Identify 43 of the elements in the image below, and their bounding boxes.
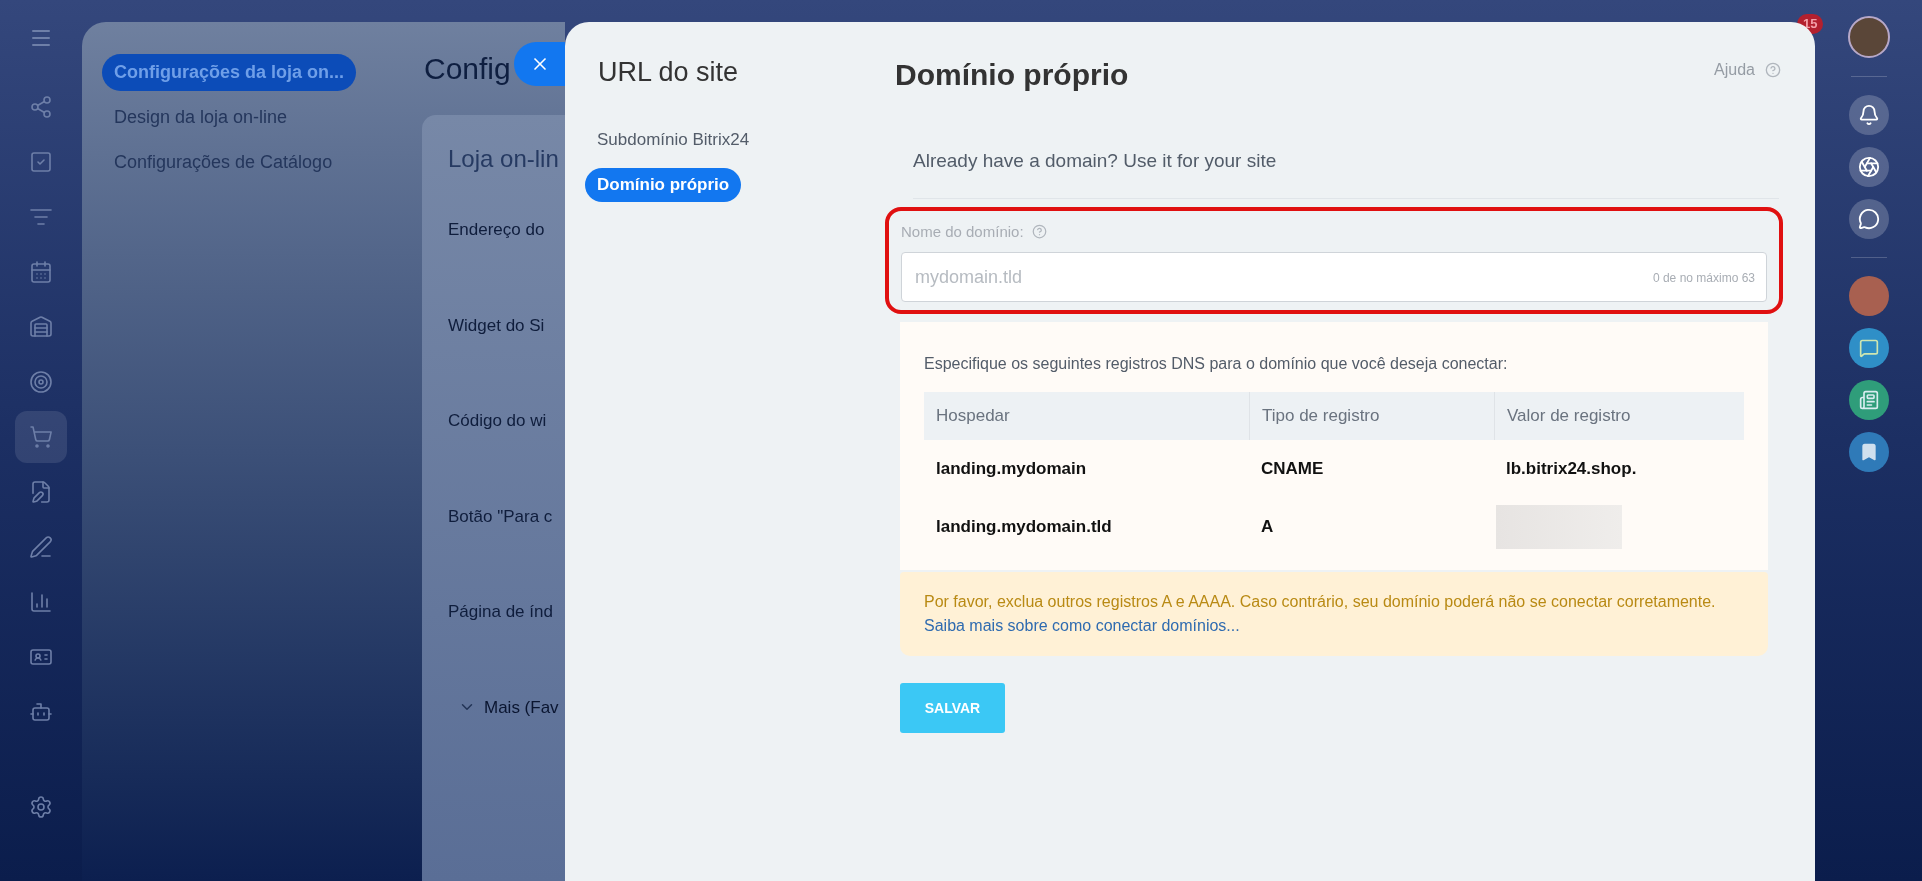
- field-label: Página de índ: [448, 601, 553, 623]
- newspaper-icon[interactable]: [1848, 380, 1889, 420]
- dns-instructions: Especifique os seguintes registros DNS para o domínio que você deseja conectar:: [924, 354, 1509, 374]
- field-label: Botão "Para c: [448, 505, 553, 528]
- close-button[interactable]: [514, 42, 565, 86]
- card-title: Loja on-lin: [448, 144, 560, 174]
- table-cell-text: A: [1260, 516, 1275, 539]
- nav-item[interactable]: Subdomínio Bitrix24: [585, 122, 762, 156]
- settings-menu-item[interactable]: Design da loja on-line: [102, 99, 300, 136]
- table-cell-text: lb.bitrix24.shop.: [1505, 458, 1638, 481]
- bell-icon[interactable]: [1848, 95, 1889, 135]
- column-header: Hospedar: [936, 405, 1010, 428]
- cart-icon[interactable]: [15, 411, 67, 463]
- column-header: Valor de registro: [1507, 405, 1631, 428]
- warning-text: Por favor, exclua outros registros A e AAAA. Caso contrário, seu domínio poderá não se conectar corretamente. Saiba mais sobre como conectar domínios...: [924, 592, 1717, 636]
- character-counter: 0 de no máximo 63: [1652, 270, 1755, 287]
- help-icon[interactable]: [1031, 224, 1047, 240]
- settings-menu-item[interactable]: Configurações de Catálogo: [102, 144, 345, 181]
- assistant-avatar[interactable]: [1848, 276, 1889, 316]
- nav-title: URL do site: [597, 56, 740, 89]
- table-cell-text: landing.mydomain.tld: [935, 516, 1113, 539]
- aperture-icon[interactable]: [1848, 147, 1889, 187]
- field-label: Widget do Si: [448, 314, 545, 337]
- learn-more-link[interactable]: Saiba mais sobre como conectar domínios...: [924, 617, 1240, 634]
- field-label[interactable]: Mais (Fav: [484, 694, 559, 720]
- field-label: Endereço do: [448, 219, 545, 241]
- table-cell-text: landing.mydomain: [935, 458, 1088, 481]
- user-avatar[interactable]: [1847, 16, 1890, 58]
- column-header: Tipo de registro: [1262, 405, 1380, 428]
- settings-menu-item[interactable]: Configurações da loja on...: [102, 54, 357, 91]
- help-icon[interactable]: [1765, 62, 1781, 78]
- save-button[interactable]: SALVAR: [900, 683, 1005, 733]
- intro-text: Already have a domain? Use it for your site: [913, 149, 1278, 173]
- modal-title: Domínio próprio: [895, 57, 1129, 93]
- page-title: Config: [423, 51, 511, 87]
- nav-item[interactable]: Domínio próprio: [585, 168, 742, 202]
- message-icon[interactable]: [1848, 328, 1889, 368]
- chat-icon[interactable]: [1848, 199, 1889, 239]
- help-link[interactable]: Ajuda: [1714, 58, 1755, 82]
- bookmark-icon[interactable]: [1848, 432, 1889, 472]
- field-label: Código do wi: [448, 410, 547, 432]
- field-label: Nome do domínio:: [901, 221, 1024, 242]
- table-cell-text: CNAME: [1260, 458, 1325, 481]
